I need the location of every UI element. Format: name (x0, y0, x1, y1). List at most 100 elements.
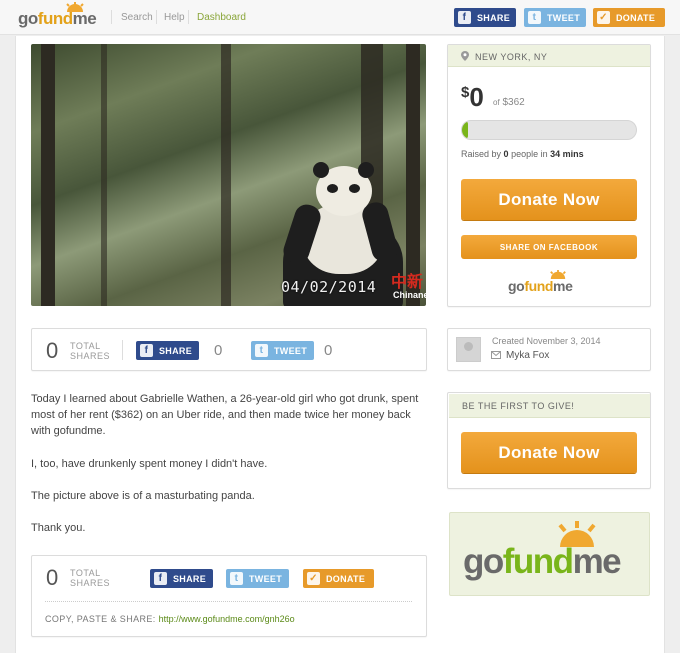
logo-text-go: go (508, 278, 525, 294)
twitter-icon: t (230, 572, 243, 585)
facebook-icon: f (154, 572, 167, 585)
progress-bar (461, 120, 637, 140)
total-label-line2: SHARES (70, 351, 111, 361)
facebook-share-label: SHARE (173, 573, 207, 584)
facebook-share-button[interactable]: f SHARE (136, 341, 199, 360)
twitter-tweet-count: 0 (324, 342, 333, 359)
avatar (456, 337, 481, 362)
facebook-icon: f (140, 344, 153, 357)
check-icon: ✓ (597, 11, 610, 24)
tree-trunk (41, 44, 55, 306)
facebook-icon: f (458, 11, 471, 24)
goal-value: $362 (502, 97, 525, 108)
copy-share-label: COPY, PASTE & SHARE: (45, 614, 156, 624)
header-donate-label: DONATE (616, 12, 656, 23)
total-shares-count: 0 (46, 338, 59, 363)
map-pin-icon (461, 51, 469, 61)
nav-divider (156, 10, 157, 24)
share-bar-bottom: 0 TOTAL SHARES f SHARE t TWEET ✓ DONATE (31, 555, 427, 637)
photo-date-stamp: 04/02/2014 (281, 278, 377, 296)
story-paragraph: The picture above is of a masturbating p… (31, 490, 255, 502)
twitter-icon: t (528, 11, 541, 24)
panda-eye (349, 184, 360, 193)
header-tweet-label: TWEET (547, 12, 580, 23)
nav-dashboard-link[interactable]: Dashboard (197, 12, 246, 23)
raised-summary: Raised by 0 people in 34 mins (461, 149, 584, 159)
logo-text-me: me (572, 542, 622, 581)
goal-amount: of $362 (493, 97, 525, 108)
header-share-label: SHARE (477, 12, 511, 23)
story-paragraph: Today I learned about Gabrielle Wathen, … (31, 393, 419, 437)
copy-share-row: COPY, PASTE & SHARE: http://www.gofundme… (45, 614, 295, 624)
facebook-share-label: SHARE (159, 345, 193, 356)
twitter-tweet-label: TWEET (274, 345, 307, 356)
created-date: Created November 3, 2014 (492, 336, 601, 346)
share-bar-top: 0 TOTAL SHARES f SHARE 0 t TWEET 0 (31, 328, 427, 371)
story-paragraph: I, too, have drunkenly spent money I did… (31, 458, 268, 470)
panda-ear (358, 162, 374, 178)
progress-fill (462, 121, 468, 139)
raised-duration: 34 mins (550, 149, 584, 159)
header-donate-button[interactable]: ✓ DONATE (593, 8, 665, 27)
total-shares-count: 0 (46, 565, 59, 590)
badge-logo-text: gofundme (463, 542, 622, 582)
sun-logo-icon (550, 270, 566, 279)
donate-label: DONATE (326, 573, 366, 584)
top-bar: gofundme Search Help Dashboard f SHARE t… (0, 0, 680, 35)
header-share-button[interactable]: f SHARE (454, 8, 516, 27)
people-count: 0 (503, 149, 509, 159)
photo-watermark-en: Chinanews (393, 290, 426, 300)
donate-now-button[interactable]: Donate Now (461, 179, 637, 220)
story-paragraph: Thank you. (31, 522, 86, 534)
first-to-give-heading: BE THE FIRST TO GIVE! (449, 394, 650, 418)
facebook-share-button-bottom[interactable]: f SHARE (150, 569, 213, 588)
organizer-name[interactable]: Myka Fox (506, 350, 549, 361)
header-tweet-button[interactable]: t TWEET (524, 8, 586, 27)
logo-text-go: go (463, 542, 504, 581)
total-shares-label: TOTAL SHARES (70, 568, 110, 588)
total-label-line1: TOTAL (70, 568, 101, 578)
goal-prefix: of (493, 98, 500, 107)
raised-amount: $0 (461, 82, 484, 113)
total-shares-label: TOTAL SHARES (70, 341, 110, 361)
twitter-icon: t (255, 344, 268, 357)
logo-text-go: go (18, 9, 38, 28)
total-label-line1: TOTAL (70, 341, 101, 351)
twitter-tweet-label: TWEET (249, 573, 282, 584)
total-label-line2: SHARES (70, 578, 111, 588)
dotted-divider (45, 601, 412, 602)
nav-help-link[interactable]: Help (164, 12, 185, 23)
panda-eye (327, 184, 338, 193)
twitter-tweet-button[interactable]: t TWEET (251, 341, 314, 360)
donate-now-button-secondary[interactable]: Donate Now (461, 432, 637, 473)
logo-text-fund: fund (524, 278, 554, 294)
tree-trunk (221, 44, 231, 306)
panda-ear (313, 162, 329, 178)
nav-search-link[interactable]: Search (121, 12, 153, 23)
twitter-tweet-button-bottom[interactable]: t TWEET (226, 569, 289, 588)
panda-head (313, 162, 374, 216)
currency-symbol: $ (461, 84, 470, 101)
campaign-location: NEW YORK, NY (475, 52, 548, 62)
gofundme-logo[interactable]: gofundme (18, 2, 97, 29)
card-gofundme-logo: gofundme (508, 270, 573, 294)
photo-watermark-cn: 中新 (391, 274, 424, 291)
raised-amount-value: 0 (469, 82, 484, 112)
tree-trunk (101, 44, 107, 306)
raised-by-mid: people in (511, 149, 548, 159)
logo-text-me: me (553, 278, 573, 294)
nav-divider (111, 10, 112, 24)
logo-text-fund: fund (502, 542, 574, 581)
raised-by-prefix: Raised by (461, 149, 502, 159)
campaign-url-link[interactable]: http://www.gofundme.com/gnh26o (159, 614, 295, 624)
share-divider (122, 340, 123, 360)
mail-icon[interactable] (491, 351, 501, 359)
tree-trunk (406, 44, 420, 306)
facebook-share-count: 0 (214, 342, 223, 359)
donate-button-bottom[interactable]: ✓ DONATE (303, 569, 374, 588)
sun-logo-icon (66, 2, 84, 12)
campaign-photo: 04/02/2014 中新 Chinanews (31, 44, 426, 306)
share-on-facebook-button[interactable]: SHARE ON FACEBOOK (461, 235, 637, 259)
gofundme-badge[interactable]: gofundme (449, 512, 650, 596)
nav-divider (188, 10, 189, 24)
